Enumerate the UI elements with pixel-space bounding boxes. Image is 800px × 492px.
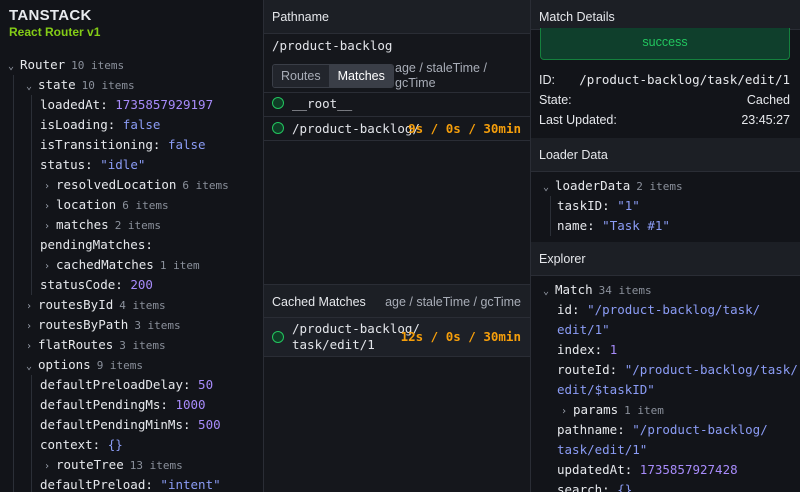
cached-matches-header: Cached Matches age / staleTime / gcTime <box>264 284 530 318</box>
chevron-right-icon: › <box>44 261 51 272</box>
brand[interactable]: TANSTACK React Router v1 <box>9 7 100 39</box>
pathname-value: /product-backlog <box>272 38 393 53</box>
tree-leaf-statusCode: statusCode: 200 <box>40 277 153 292</box>
tree-guide <box>13 75 14 492</box>
chevron-down-icon: ⌄ <box>8 61 15 72</box>
status-dot-icon <box>272 331 284 343</box>
tree-leaf-context: context: {} <box>40 437 123 452</box>
tree-node-options[interactable]: ⌄ options 9 items <box>26 355 143 375</box>
tree-node-params[interactable]: › params 1 item <box>561 400 664 420</box>
chevron-right-icon: › <box>26 341 33 352</box>
tree-leaf-routeId: routeId: "/product-backlog/task/ edit/$t… <box>557 362 798 397</box>
tree-node-state[interactable]: ⌄ state 10 items <box>26 75 135 95</box>
tree-leaf-status: status: "idle" <box>40 157 146 172</box>
tree-guide <box>550 196 551 236</box>
tree-leaf-id: id: "/product-backlog/task/ edit/1" <box>557 302 761 337</box>
routes-matches-toggle: Routes Matches <box>272 64 394 88</box>
tree-node-routesById[interactable]: › routesById 4 items <box>26 295 166 315</box>
chevron-right-icon: › <box>44 461 51 472</box>
timing-column-hint: age / staleTime / gcTime <box>395 61 487 90</box>
divider <box>264 356 530 357</box>
toggle-matches-button[interactable]: Matches <box>329 65 393 87</box>
tree-leaf-isLoading: isLoading: false <box>40 117 161 132</box>
matches-panel: Pathname /product-backlog Routes Matches… <box>264 0 531 492</box>
status-dot-icon <box>272 122 284 134</box>
tree-leaf-name: name: "Task #1" <box>557 218 670 233</box>
detail-last-updated: Last Updated: 23:45:27 <box>539 113 790 127</box>
tree-leaf-index: index: 1 <box>557 342 618 357</box>
tree-node-cachedMatches[interactable]: › cachedMatches 1 item <box>44 255 200 275</box>
brand-subtitle: React Router v1 <box>9 25 101 39</box>
status-dot-icon <box>272 97 284 109</box>
match-details-panel: Match Details success ID: /product-backl… <box>531 0 800 492</box>
state-panel: TANSTACK React Router v1 ⌄ Router 10 items… <box>0 0 264 492</box>
toggle-routes-button[interactable]: Routes <box>273 65 330 87</box>
chevron-right-icon: › <box>26 321 33 332</box>
tree-leaf-defaultPreloadDelay: defaultPreloadDelay: 50 <box>40 377 214 392</box>
tree-leaf-defaultPreload: defaultPreload: "intent" <box>40 477 221 492</box>
tree-node-routeTree[interactable]: › routeTree 13 items <box>44 455 183 475</box>
tree-node-routesByPath[interactable]: › routesByPath 3 items <box>26 315 181 335</box>
tree-leaf-updatedAt: updatedAt: 1735857927428 <box>557 462 738 477</box>
chevron-down-icon: ⌄ <box>543 286 550 297</box>
match-timing: 9s / 0s / 30min <box>408 121 521 136</box>
status-badge: success <box>540 28 790 60</box>
match-path: __root__ <box>292 96 353 111</box>
match-row-product-backlog[interactable]: /product-backlog/ 9s / 0s / 30min <box>264 116 530 140</box>
tree-leaf-pendingMatches: pendingMatches: <box>40 237 153 252</box>
cached-match-row[interactable]: /product-backlog/ task/edit/1 12s / 0s /… <box>264 318 530 356</box>
explorer-header: Explorer <box>531 242 800 276</box>
tree-leaf-loadedAt: loadedAt: 1735857929197 <box>40 97 214 112</box>
chevron-right-icon: › <box>561 406 568 417</box>
chevron-down-icon: ⌄ <box>26 81 33 92</box>
pathname-header: Pathname <box>264 0 530 34</box>
tree-node-location[interactable]: › location 6 items <box>44 195 169 215</box>
chevron-right-icon: › <box>44 201 51 212</box>
chevron-right-icon: › <box>44 181 51 192</box>
detail-state: State: Cached <box>539 93 790 107</box>
chevron-down-icon: ⌄ <box>543 182 550 193</box>
tree-leaf-taskID: taskID: "1" <box>557 198 640 213</box>
match-details-header: Match Details <box>531 0 800 30</box>
tree-node-resolvedLocation[interactable]: › resolvedLocation 6 items <box>44 175 229 195</box>
match-path: /product-backlog/ <box>292 121 420 136</box>
tree-node-loaderData[interactable]: ⌄ loaderData 2 items <box>543 176 683 196</box>
tree-leaf-defaultPendingMinMs: defaultPendingMinMs: 500 <box>40 417 221 432</box>
tree-node-flatRoutes[interactable]: › flatRoutes 3 items <box>26 335 166 355</box>
tree-leaf-search: search: {} <box>557 482 633 492</box>
divider <box>264 140 530 141</box>
detail-id: ID: /product-backlog/task/edit/1 <box>539 72 790 87</box>
tree-node-router[interactable]: ⌄ Router 10 items <box>8 55 124 75</box>
loader-data-header: Loader Data <box>531 138 800 172</box>
cached-match-timing: 12s / 0s / 30min <box>400 329 521 344</box>
chevron-right-icon: › <box>44 221 51 232</box>
tree-leaf-isTransitioning: isTransitioning: false <box>40 137 206 152</box>
match-row-root[interactable]: __root__ <box>264 92 530 116</box>
chevron-right-icon: › <box>26 301 33 312</box>
tree-guide <box>31 95 32 295</box>
tree-guide <box>31 375 32 492</box>
tree-node-match[interactable]: ⌄ Match 34 items <box>543 280 652 300</box>
tree-leaf-defaultPendingMs: defaultPendingMs: 1000 <box>40 397 206 412</box>
tree-node-matches[interactable]: › matches 2 items <box>44 215 161 235</box>
chevron-down-icon: ⌄ <box>26 361 33 372</box>
brand-title: TANSTACK <box>9 7 92 24</box>
tree-leaf-pathname: pathname: "/product-backlog/ task/edit/1… <box>557 422 768 457</box>
